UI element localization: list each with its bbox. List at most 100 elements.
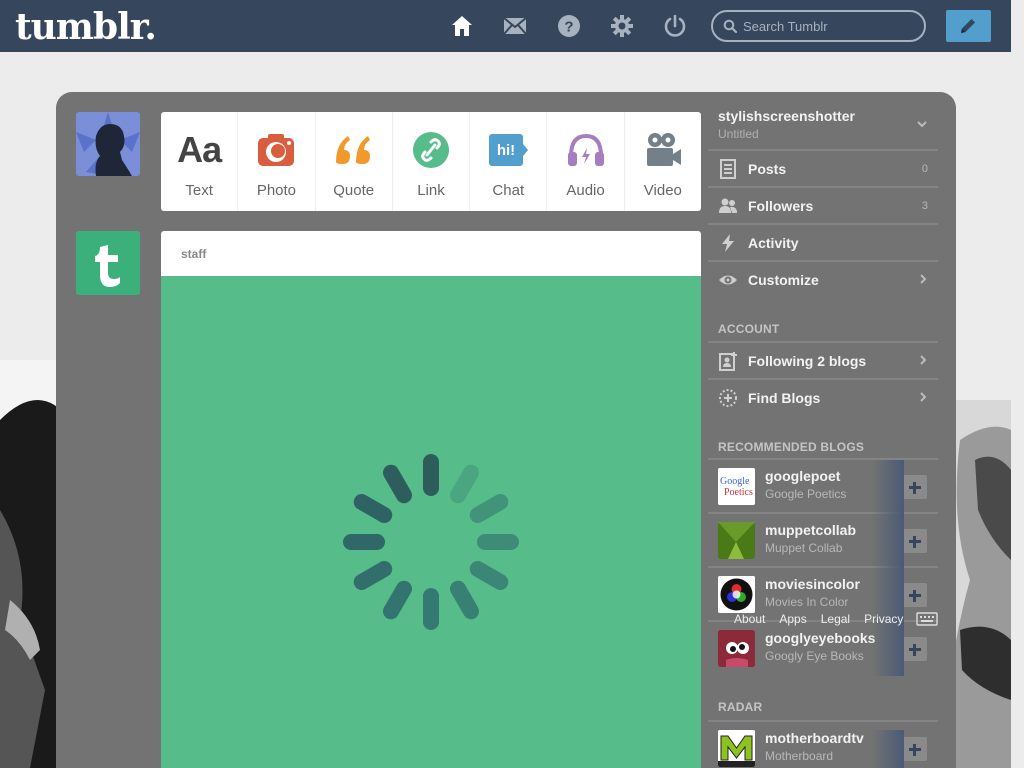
- blog-name: stylishscreenshotter: [718, 108, 855, 124]
- post-type-label: Video: [643, 182, 682, 199]
- post-audio-button[interactable]: Audio: [547, 112, 625, 211]
- follow-button[interactable]: [903, 475, 927, 499]
- blog-title: Muppet Collab: [765, 541, 843, 555]
- blog-avatar[interactable]: [718, 730, 755, 767]
- video-camera-icon: [643, 130, 683, 170]
- post-type-label: Link: [417, 182, 445, 199]
- sidebar-item-label: Find Blogs: [748, 389, 821, 406]
- settings-icon[interactable]: [610, 14, 634, 38]
- followers-count: 3: [921, 199, 928, 212]
- link-icon: [411, 130, 451, 170]
- svg-text:Poetics: Poetics: [724, 487, 753, 498]
- svg-text:hi!: hi!: [497, 142, 515, 159]
- tumblr-logo[interactable]: tumblr.: [15, 6, 157, 48]
- sidebar-item-following[interactable]: Following 2 blogs: [708, 341, 938, 378]
- sidebar-item-activity[interactable]: Activity: [708, 223, 938, 260]
- follow-button[interactable]: [903, 583, 927, 607]
- compass-icon: [717, 387, 739, 409]
- post-link-button[interactable]: Link: [393, 112, 471, 211]
- post-author[interactable]: staff: [161, 231, 701, 276]
- following-icon: [717, 350, 739, 372]
- pencil-icon: [961, 19, 975, 33]
- post-chat-button[interactable]: hi! Chat: [470, 112, 548, 211]
- chevron-down-icon: [917, 121, 927, 128]
- top-navigation-bar: tumblr. ?: [0, 0, 1011, 52]
- sidebar-item-label: Followers: [748, 197, 814, 214]
- blog-title: Movies In Color: [765, 595, 849, 609]
- blog-name[interactable]: googlepoet: [765, 468, 840, 484]
- sidebar-item-find-blogs[interactable]: Find Blogs: [708, 378, 938, 415]
- account-section-title: ACCOUNT: [718, 322, 780, 336]
- followers-icon: [717, 195, 739, 217]
- headphones-icon: [566, 130, 606, 170]
- lightning-icon: [717, 232, 739, 254]
- user-avatar[interactable]: [76, 112, 140, 176]
- post-photo-button[interactable]: Photo: [238, 112, 316, 211]
- chevron-right-icon: [920, 355, 927, 365]
- sidebar-scroll-shadow: [872, 460, 904, 676]
- sidebar-item-label: Following 2 blogs: [748, 352, 867, 369]
- recommended-section-title: RECOMMENDED BLOGS: [718, 440, 865, 454]
- search-icon: [723, 19, 737, 33]
- mail-icon[interactable]: [503, 14, 527, 38]
- sidebar-item-customize[interactable]: Customize: [708, 260, 938, 297]
- quote-icon: [334, 130, 374, 170]
- loading-spinner-icon: [343, 454, 519, 630]
- post-text-button[interactable]: Aa Text: [161, 112, 239, 211]
- chevron-right-icon: [920, 274, 927, 284]
- post-card: staff: [161, 231, 701, 768]
- post-type-label: Chat: [492, 182, 525, 199]
- follow-button[interactable]: [903, 637, 927, 661]
- home-icon[interactable]: [450, 14, 474, 38]
- blog-avatar[interactable]: [718, 576, 755, 613]
- compose-button[interactable]: [946, 10, 991, 42]
- help-icon[interactable]: ?: [557, 14, 581, 38]
- chat-icon: hi!: [488, 130, 529, 170]
- radar-section-title: RADAR: [718, 700, 763, 714]
- text-icon: Aa: [177, 129, 222, 170]
- camera-icon: [256, 130, 296, 170]
- post-type-label: Text: [185, 182, 213, 199]
- blog-avatar[interactable]: Google Poetics: [718, 468, 755, 505]
- post-video-button[interactable]: Video: [625, 112, 701, 211]
- svg-text:?: ?: [564, 19, 573, 36]
- sidebar-item-label: Posts: [748, 160, 787, 177]
- blog-switcher[interactable]: stylishscreenshotter Untitled: [718, 108, 936, 148]
- footer-link-legal[interactable]: Legal: [821, 612, 850, 626]
- svg-text:Google: Google: [720, 476, 750, 487]
- footer-link-privacy[interactable]: Privacy: [864, 612, 903, 626]
- keyboard-icon[interactable]: [916, 612, 938, 626]
- post-type-label: Audio: [566, 182, 605, 199]
- footer-link-about[interactable]: About: [734, 612, 765, 626]
- staff-avatar[interactable]: [76, 231, 140, 295]
- blog-name[interactable]: moviesincolor: [765, 576, 860, 592]
- sidebar-item-posts[interactable]: Posts 0: [708, 149, 938, 186]
- power-icon[interactable]: [663, 14, 687, 38]
- sidebar-item-label: Customize: [748, 271, 819, 288]
- follow-button[interactable]: [903, 529, 927, 553]
- search-box[interactable]: [711, 10, 926, 42]
- blog-avatar[interactable]: [718, 522, 755, 559]
- search-input[interactable]: [743, 16, 918, 36]
- posts-count: 0: [921, 162, 928, 175]
- post-type-label: Quote: [333, 182, 375, 199]
- sidebar-item-followers[interactable]: Followers 3: [708, 186, 938, 223]
- document-icon: [717, 158, 739, 180]
- blog-name[interactable]: motherboardtv: [765, 730, 864, 746]
- footer-links: About Apps Legal Privacy: [734, 612, 903, 626]
- blog-title: Google Poetics: [765, 487, 847, 501]
- blog-title: Motherboard: [765, 749, 834, 763]
- blog-name[interactable]: googlyeyebooks: [765, 630, 875, 646]
- follow-button[interactable]: [903, 737, 927, 761]
- post-body: [161, 276, 701, 768]
- eye-icon: [717, 269, 739, 291]
- blog-title: Googly Eye Books: [765, 649, 864, 663]
- post-quote-button[interactable]: Quote: [316, 112, 393, 211]
- blog-avatar[interactable]: [718, 630, 755, 667]
- sidebar-item-label: Activity: [748, 234, 799, 251]
- footer-link-apps[interactable]: Apps: [779, 612, 806, 626]
- post-type-bar: Aa Text Photo Quote Link hi! Chat Audio: [161, 112, 701, 211]
- chevron-right-icon: [920, 392, 927, 402]
- blog-title: Untitled: [718, 127, 759, 141]
- blog-name[interactable]: muppetcollab: [765, 522, 856, 538]
